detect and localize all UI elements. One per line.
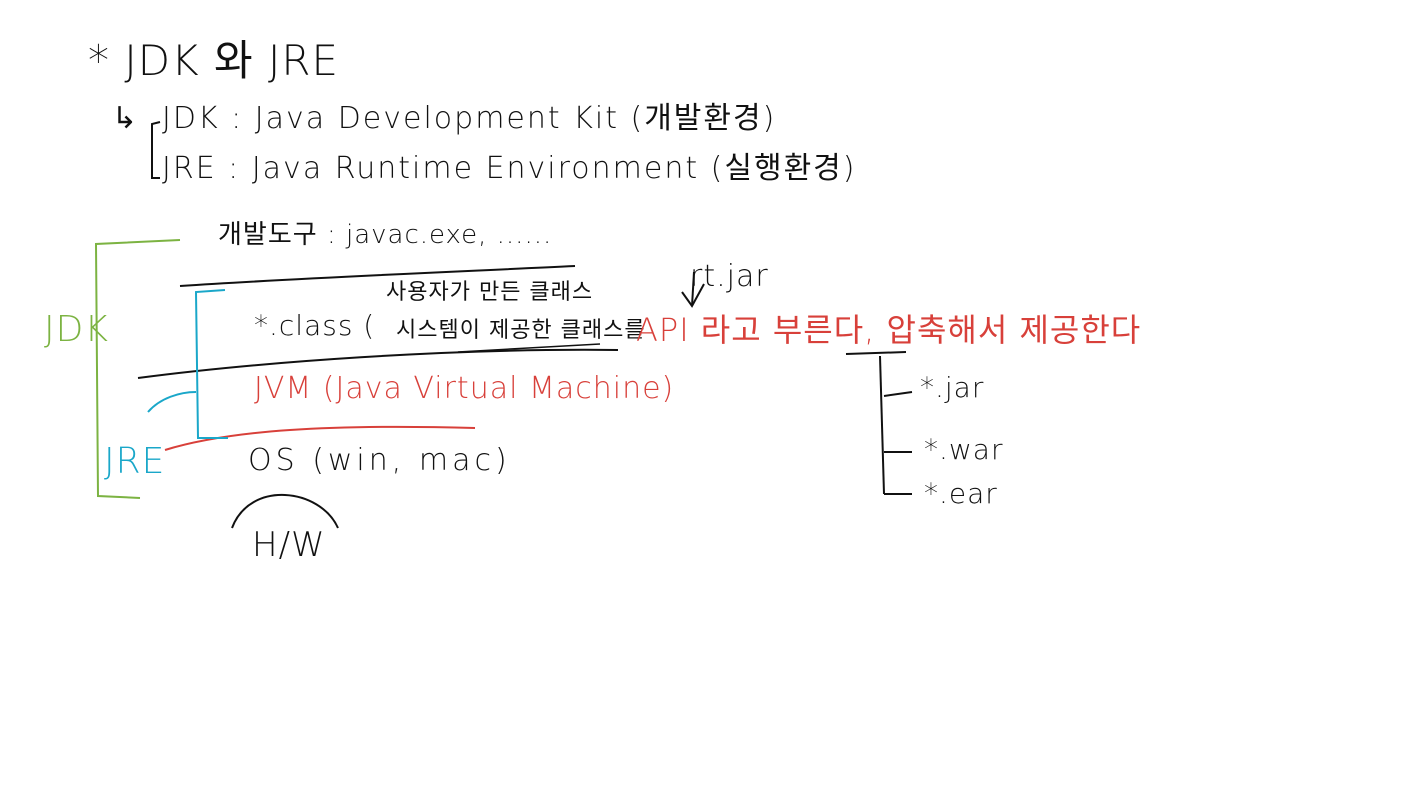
jre-bracket-label: JRE	[104, 441, 166, 482]
archive-tree-branch-jar	[883, 391, 913, 397]
rt-jar-label: rt.jar	[690, 259, 769, 294]
hw-label: H/W	[252, 525, 326, 565]
archive-tree-trunk	[879, 355, 885, 495]
user-classes-label: 사용자가 만든 클래스	[386, 280, 594, 305]
hw-arc	[231, 493, 339, 529]
os-label: OS (win, mac)	[248, 443, 511, 478]
archive-ear: *.ear	[924, 477, 998, 510]
jvm-label: JVM (Java Virtual Machine)	[254, 371, 675, 406]
system-classes-label: 시스템이 제공한 클래스를	[396, 318, 646, 343]
archive-war: *.war	[924, 433, 1004, 466]
archive-tree-top	[845, 351, 907, 355]
definition-bracket	[151, 121, 161, 179]
class-layer-label: *.class (	[254, 309, 376, 342]
page-title: * JDK 와 JRE	[88, 36, 340, 85]
dev-tools-label: 개발도구 : javac.exe, ......	[218, 220, 553, 250]
jdk-definition: JDK : Java Development Kit (개발환경)	[162, 101, 777, 136]
whiteboard-canvas: * JDK 와 JRE ↳ JDK : Java Development Kit…	[0, 0, 1422, 800]
definitions-arrow-icon: ↳	[112, 101, 139, 136]
api-note: API 라고 부른다, 압축해서 제공한다	[636, 311, 1142, 349]
jre-definition: JRE : Java Runtime Environment (실행환경)	[162, 151, 857, 186]
jre-bracket	[194, 289, 228, 439]
jre-bracket-tail	[147, 391, 197, 413]
archive-jar: *.jar	[920, 371, 985, 404]
jdk-bracket-label: JDK	[44, 309, 109, 350]
